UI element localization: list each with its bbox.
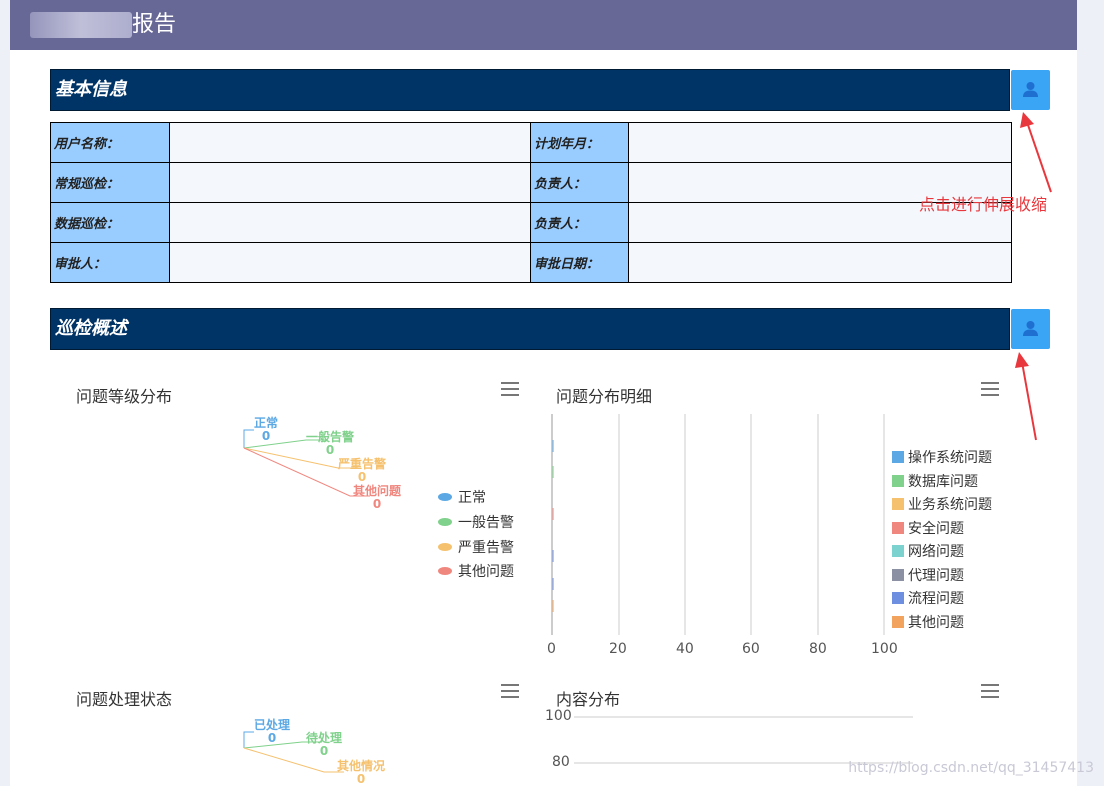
section-basic-info: 基本信息 (50, 69, 1010, 111)
x-tick: 100 (871, 641, 898, 657)
arrow-lower-line (1021, 361, 1037, 441)
legend-item[interactable]: 其他问题 (438, 561, 514, 581)
chart-title-detail: 问题分布明细 (556, 387, 653, 406)
table-row: 常规巡检： 负责人： (50, 162, 1012, 203)
field-label: 负责人： (530, 202, 629, 243)
chart-title-status: 问题处理状态 (76, 690, 173, 709)
arrow-lower-head (1015, 352, 1029, 368)
user-name-value[interactable] (169, 122, 531, 163)
field-label: 负责人： (530, 162, 629, 203)
legend-item[interactable]: 安全问题 (892, 518, 964, 538)
basic-info-table: 用户名称： 计划年月： 常规巡检： 负责人： 数据巡检： 负责人： 审批人： 审… (50, 122, 1012, 283)
plan-month-value[interactable] (628, 122, 1012, 163)
user-icon (1023, 82, 1038, 97)
menu-icon[interactable] (501, 684, 519, 698)
legend-item[interactable]: 流程问题 (892, 588, 964, 608)
legend-item[interactable]: 数据库问题 (892, 471, 978, 491)
status-label-handled: 已处理 0 (254, 718, 291, 745)
approver-value[interactable] (169, 242, 531, 283)
status-label-pending: 待处理 0 (306, 731, 343, 758)
level-label-other: 其他问题 0 (353, 484, 402, 511)
section-title: 基本信息 (55, 79, 127, 100)
chart-title-content: 内容分布 (556, 690, 621, 709)
legend-item[interactable]: 代理问题 (892, 565, 964, 585)
table-row: 用户名称： 计划年月： (50, 122, 1012, 163)
level-label-general-alarm: 一般告警 0 (306, 430, 355, 457)
field-label: 用户名称： (50, 122, 170, 163)
approval-date-value[interactable] (628, 242, 1012, 283)
arrow-up-line (1026, 121, 1052, 193)
data-inspection-value[interactable] (169, 202, 531, 243)
x-tick: 20 (609, 641, 627, 657)
routine-inspection-value[interactable] (169, 162, 531, 203)
menu-icon[interactable] (981, 684, 999, 698)
arrow-up-head (1020, 112, 1034, 128)
toggle-basic-info-button[interactable] (1011, 70, 1050, 110)
table-row: 数据巡检： 负责人： (50, 202, 1012, 243)
legend-item[interactable]: 业务系统问题 (892, 494, 992, 514)
app-header: 报告 (10, 0, 1077, 50)
section-title: 巡检概述 (55, 318, 127, 339)
chart-title-level: 问题等级分布 (76, 387, 173, 406)
legend-item[interactable]: 一般告警 (438, 512, 514, 532)
field-label: 数据巡检： (50, 202, 170, 243)
y-tick: 80 (552, 754, 570, 770)
page-title: 报告 (132, 12, 177, 37)
status-label-other: 其他情况 0 (337, 759, 386, 786)
legend-item[interactable]: 其他问题 (892, 612, 964, 632)
legend-item[interactable]: 严重告警 (438, 537, 514, 557)
annotation-text: 点击进行伸展收缩 (919, 195, 1048, 214)
table-row: 审批人： 审批日期： (50, 242, 1012, 283)
level-label-severe-alarm: 严重告警 0 (338, 457, 387, 484)
x-tick: 60 (742, 641, 760, 657)
level-label-normal: 正常 0 (254, 416, 279, 443)
field-label: 计划年月： (530, 122, 629, 163)
y-tick: 100 (545, 708, 572, 724)
legend-item[interactable]: 正常 (438, 487, 486, 507)
menu-icon[interactable] (981, 382, 999, 396)
field-label: 审批日期： (530, 242, 629, 283)
field-label: 常规巡检： (50, 162, 170, 203)
legend-item[interactable]: 网络问题 (892, 541, 964, 561)
x-tick: 40 (676, 641, 694, 657)
x-tick: 0 (547, 641, 556, 657)
detail-bar-grid (551, 414, 885, 635)
field-label: 审批人： (50, 242, 170, 283)
section-overview: 巡检概述 (50, 308, 1010, 350)
annotation-arrows (1015, 112, 1052, 441)
legend-item[interactable]: 操作系统问题 (892, 447, 992, 467)
x-tick: 80 (809, 641, 827, 657)
blurred-title-prefix (30, 12, 132, 38)
menu-icon[interactable] (501, 382, 519, 396)
watermark: https://blog.csdn.net/qq_31457413 (848, 760, 1094, 776)
